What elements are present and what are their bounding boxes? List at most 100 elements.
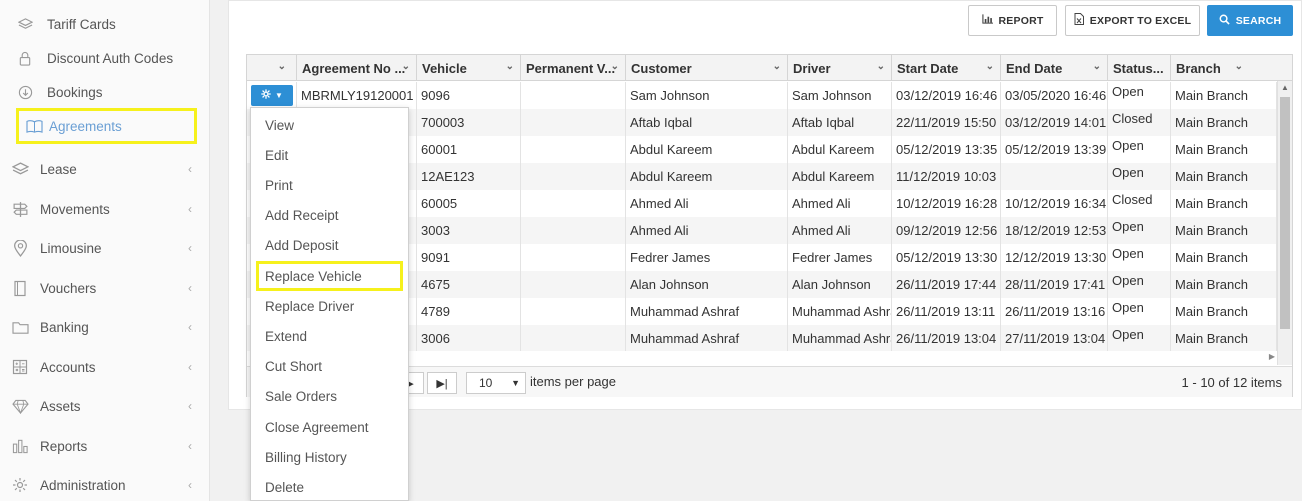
cell-status: Open bbox=[1108, 271, 1171, 298]
cell-status: Open bbox=[1108, 244, 1171, 271]
sidebar-item-limousine[interactable]: Limousine ‹ bbox=[10, 235, 200, 261]
sidebar-item-bookings[interactable]: Bookings bbox=[16, 79, 103, 105]
cell-start: 09/12/2019 12:56 bbox=[892, 217, 1001, 244]
download-circle-icon bbox=[16, 83, 34, 101]
column-header-customer[interactable]: Customer ⌄ bbox=[626, 55, 788, 81]
cell-customer: Abdul Kareem bbox=[626, 136, 788, 163]
menu-item-view[interactable]: View bbox=[251, 110, 408, 140]
cell-end: 27/11/2019 13:04 bbox=[1001, 325, 1108, 352]
cell-end: 28/11/2019 17:41 bbox=[1001, 271, 1108, 298]
column-header-branch[interactable]: Branch ⌄ bbox=[1171, 55, 1277, 81]
export-to-excel-button[interactable]: EXPORT TO EXCEL bbox=[1065, 5, 1200, 36]
table-row[interactable]: MBRMLY19120001 9096 Sam Johnson Sam Johnson… bbox=[247, 82, 1277, 109]
sidebar-item-accounts[interactable]: Accounts ‹ bbox=[10, 354, 200, 380]
menu-item-add-deposit[interactable]: Add Deposit bbox=[251, 231, 408, 261]
column-header-end-date[interactable]: End Date ⌄ bbox=[1001, 55, 1108, 81]
cell-permanent bbox=[521, 163, 626, 190]
cell-end: 26/11/2019 13:16 bbox=[1001, 298, 1108, 325]
cell-end: 12/12/2019 13:30 bbox=[1001, 244, 1108, 271]
sidebar-item-label: Assets bbox=[40, 398, 81, 414]
column-header-vehicle[interactable]: Vehicle ⌄ bbox=[417, 55, 521, 81]
cell-driver: Abdul Kareem bbox=[788, 136, 892, 163]
cell-status: Open bbox=[1108, 82, 1171, 109]
menu-item-add-receipt[interactable]: Add Receipt bbox=[251, 201, 408, 231]
sidebar-item-reports[interactable]: Reports ‹ bbox=[10, 433, 200, 459]
chevron-down-icon: ⌄ bbox=[772, 61, 781, 72]
cell-start: 11/12/2019 10:03 bbox=[892, 163, 1001, 190]
cell-status: Open bbox=[1108, 163, 1171, 190]
cell-end bbox=[1001, 163, 1108, 190]
cell-permanent bbox=[521, 217, 626, 244]
sidebar-item-label: Tariff Cards bbox=[47, 16, 116, 32]
cell-permanent bbox=[521, 325, 626, 352]
cell-status: Closed bbox=[1108, 109, 1171, 136]
scroll-up-icon[interactable]: ▲ bbox=[1281, 83, 1289, 92]
sidebar-item-label: Reports bbox=[40, 438, 88, 454]
page-size-select[interactable]: 10 ▼ bbox=[466, 372, 526, 394]
menu-item-edit[interactable]: Edit bbox=[251, 140, 408, 170]
column-header-status[interactable]: Status... bbox=[1108, 55, 1171, 81]
chevron-left-icon: ‹ bbox=[188, 202, 192, 216]
cell-branch: Main Branch bbox=[1171, 217, 1277, 244]
vertical-scrollbar[interactable]: ▲ bbox=[1277, 81, 1292, 365]
sidebar-item-label: Agreements bbox=[49, 118, 122, 134]
cell-branch: Main Branch bbox=[1171, 298, 1277, 325]
cell-driver: Ahmed Ali bbox=[788, 190, 892, 217]
cell-start: 26/11/2019 13:11 bbox=[892, 298, 1001, 325]
chevron-down-icon: ⌄ bbox=[610, 61, 619, 72]
menu-item-replace-vehicle[interactable]: Replace Vehicle bbox=[256, 261, 403, 291]
sidebar-item-movements[interactable]: Movements ‹ bbox=[10, 196, 200, 222]
cell-customer: Muhammad Ashraf bbox=[626, 298, 788, 325]
caret-down-icon: ▼ bbox=[275, 91, 283, 100]
menu-item-print[interactable]: Print bbox=[251, 170, 408, 200]
sidebar-item-assets[interactable]: Assets ‹ bbox=[10, 393, 200, 419]
scroll-right-icon[interactable]: ▶ bbox=[1269, 352, 1275, 361]
sidebar-item-banking[interactable]: Banking ‹ bbox=[10, 314, 200, 340]
menu-item-extend[interactable]: Extend bbox=[251, 321, 408, 351]
column-header-permanent-vehicle[interactable]: Permanent V... ⌄ bbox=[521, 55, 626, 81]
menu-item-billing-history[interactable]: Billing History bbox=[251, 442, 408, 472]
cell-customer: Aftab Iqbal bbox=[626, 109, 788, 136]
cell-customer: Abdul Kareem bbox=[626, 163, 788, 190]
cell-start: 03/12/2019 16:46 bbox=[892, 82, 1001, 109]
chevron-down-icon: ⌄ bbox=[985, 61, 994, 72]
cell-status: Open bbox=[1108, 136, 1171, 163]
chevron-left-icon: ‹ bbox=[188, 439, 192, 453]
sidebar-item-lease[interactable]: Lease ‹ bbox=[10, 156, 200, 182]
cell-permanent bbox=[521, 271, 626, 298]
cell-end: 10/12/2019 16:34 bbox=[1001, 190, 1108, 217]
chevron-down-icon: ⌄ bbox=[505, 61, 514, 72]
menu-item-cut-short[interactable]: Cut Short bbox=[251, 352, 408, 382]
cell-permanent bbox=[521, 109, 626, 136]
cell-end: 03/05/2020 16:46 bbox=[1001, 82, 1108, 109]
column-header-actions[interactable]: ⌄ bbox=[247, 55, 297, 81]
menu-item-delete[interactable]: Delete bbox=[251, 472, 408, 501]
column-header-agreement-no[interactable]: Agreement No ... ⌄ bbox=[297, 55, 417, 81]
signpost-icon bbox=[10, 199, 30, 219]
sidebar-item-agreements[interactable]: Agreements bbox=[16, 108, 197, 144]
sidebar-item-tariff-cards[interactable]: Tariff Cards bbox=[16, 11, 116, 37]
sidebar-item-discount-auth-codes[interactable]: Discount Auth Codes bbox=[16, 45, 173, 71]
sidebar-item-administration[interactable]: Administration ‹ bbox=[10, 472, 200, 498]
menu-item-replace-driver[interactable]: Replace Driver bbox=[251, 291, 408, 321]
row-actions-button[interactable]: ▼ bbox=[251, 85, 293, 106]
scrollbar-thumb[interactable] bbox=[1280, 97, 1290, 329]
file-excel-icon bbox=[1074, 13, 1084, 28]
cell-branch: Main Branch bbox=[1171, 271, 1277, 298]
search-icon bbox=[1219, 14, 1230, 28]
pager-last-button[interactable]: ▶| bbox=[427, 372, 457, 394]
column-header-start-date[interactable]: Start Date ⌄ bbox=[892, 55, 1001, 81]
layers-icon bbox=[16, 15, 34, 33]
report-button[interactable]: REPORT bbox=[968, 5, 1057, 36]
cell-end: 03/12/2019 14:01 bbox=[1001, 109, 1108, 136]
menu-item-close-agreement[interactable]: Close Agreement bbox=[251, 412, 408, 442]
cell-start: 26/11/2019 17:44 bbox=[892, 271, 1001, 298]
sidebar-item-vouchers[interactable]: Vouchers ‹ bbox=[10, 275, 200, 301]
column-header-driver[interactable]: Driver ⌄ bbox=[788, 55, 892, 81]
cell-start: 05/12/2019 13:30 bbox=[892, 244, 1001, 271]
cell-end: 18/12/2019 12:53 bbox=[1001, 217, 1108, 244]
menu-item-sale-orders[interactable]: Sale Orders bbox=[251, 382, 408, 412]
search-button[interactable]: SEARCH bbox=[1207, 5, 1293, 36]
settings-icon bbox=[10, 475, 30, 495]
last-page-icon: ▶| bbox=[436, 377, 448, 390]
